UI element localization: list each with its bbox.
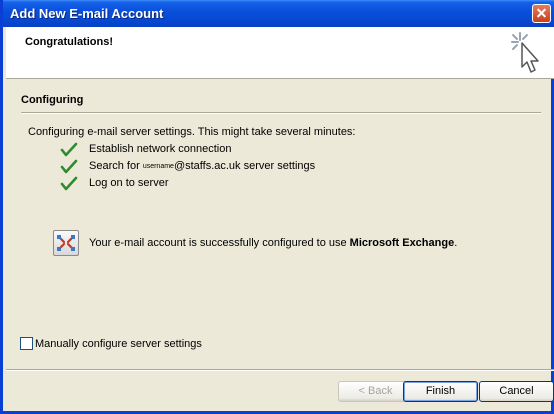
step-label-prefix: Search for (89, 160, 143, 172)
status-product: Microsoft Exchange (349, 237, 455, 249)
checkmark-icon (60, 176, 78, 191)
window-title: Add New E-mail Account (10, 6, 164, 21)
footer-divider (6, 369, 554, 371)
manual-config-checkbox[interactable] (20, 337, 33, 350)
wizard-header: Congratulations! (6, 27, 554, 79)
cursor-sparkle-icon (511, 32, 539, 73)
status-prefix: Your e-mail account is successfully conf… (89, 237, 350, 249)
cancel-button[interactable]: Cancel (479, 381, 554, 402)
finish-button[interactable]: Finish (403, 381, 478, 402)
header-heading: Congratulations! (25, 36, 113, 48)
title-bar[interactable]: Add New E-mail Account (3, 0, 554, 27)
checkmark-icon (60, 159, 78, 174)
dialog-window: Add New E-mail Account Congratulations! … (0, 0, 554, 414)
exchange-icon (53, 230, 79, 256)
section-title: Configuring (21, 94, 84, 106)
status-suffix: . (454, 237, 458, 249)
redacted-username: username (142, 163, 174, 170)
intro-text: Configuring e-mail server settings. This… (28, 126, 356, 138)
step-label-suffix: @staffs.ac.uk server settings (173, 160, 316, 172)
close-icon[interactable] (532, 4, 551, 23)
back-button[interactable]: < Back (338, 381, 413, 402)
step-label: Establish network connection (89, 143, 232, 155)
step-label: Log on to server (89, 177, 169, 189)
step-label: Search for username@staffs.ac.uk server … (89, 160, 315, 172)
checkmark-icon (60, 142, 78, 157)
section-divider (21, 112, 541, 114)
status-message: Your e-mail account is successfully conf… (89, 237, 457, 249)
manual-config-label[interactable]: Manually configure server settings (35, 338, 202, 350)
